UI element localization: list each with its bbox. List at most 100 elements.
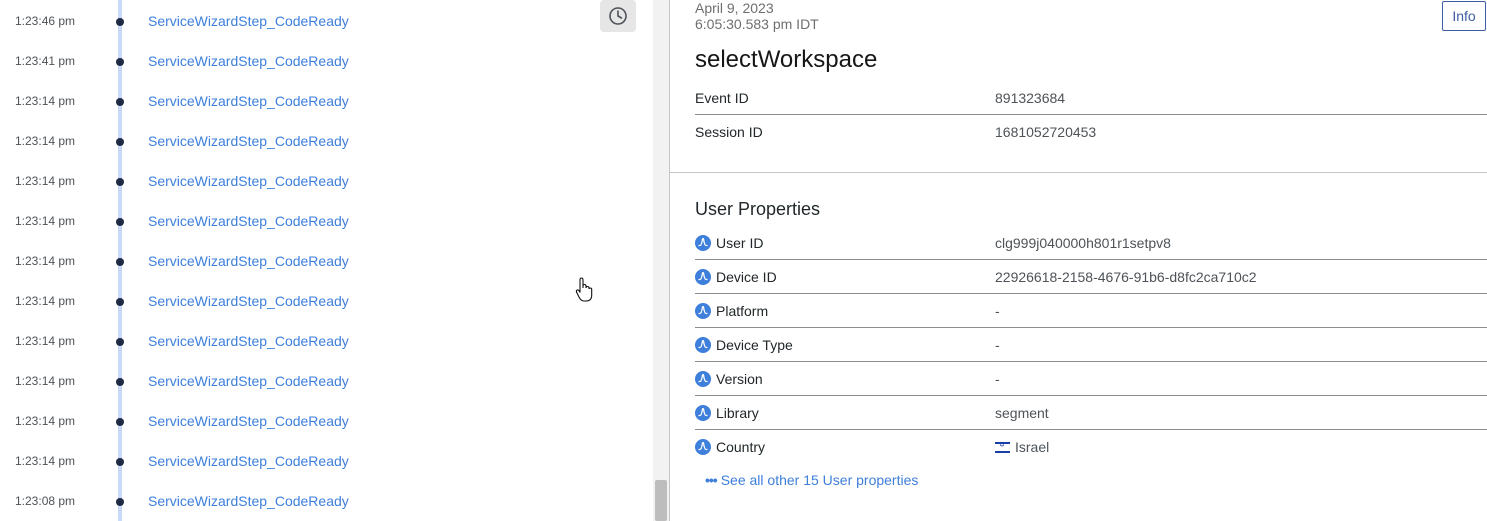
- property-value: 1681052720453: [995, 124, 1097, 140]
- timeline-row[interactable]: 1:23:41 pm ServiceWizardStep_CodeReady: [0, 42, 640, 82]
- amplitude-icon: [695, 405, 711, 421]
- timeline-dot: [116, 258, 124, 266]
- event-time: 1:23:14 pm: [15, 454, 76, 468]
- event-link[interactable]: ServiceWizardStep_CodeReady: [148, 253, 349, 269]
- scrollbar-thumb[interactable]: [655, 480, 667, 521]
- timeline-dot: [116, 18, 124, 26]
- timeline-row[interactable]: 1:23:14 pm ServiceWizardStep_CodeReady: [0, 322, 640, 362]
- event-link[interactable]: ServiceWizardStep_CodeReady: [148, 133, 349, 149]
- event-link[interactable]: ServiceWizardStep_CodeReady: [148, 493, 349, 509]
- timeline-dot: [116, 418, 124, 426]
- event-time: 1:23:41 pm: [15, 54, 76, 68]
- timeline-dot: [116, 178, 124, 186]
- israel-flag-icon: [995, 441, 1010, 453]
- timeline-row[interactable]: 1:23:46 pm ServiceWizardStep_CodeReady: [0, 2, 640, 42]
- timeline-row[interactable]: 1:23:08 pm ServiceWizardStep_CodeReady: [0, 482, 640, 521]
- user-property-row: Country Israel: [695, 430, 1487, 464]
- event-time: 1:23:08 pm: [15, 494, 76, 508]
- see-all-user-properties-link[interactable]: ••• See all other 15 User properties: [705, 472, 918, 488]
- property-value: -: [995, 303, 1000, 319]
- timeline-row[interactable]: 1:23:14 pm ServiceWizardStep_CodeReady: [0, 442, 640, 482]
- timeline-row[interactable]: 1:23:14 pm ServiceWizardStep_CodeReady: [0, 402, 640, 442]
- property-key-label: Library: [716, 405, 759, 421]
- amplitude-icon: [695, 439, 711, 455]
- section-divider: [670, 172, 1487, 173]
- timeline-row[interactable]: 1:23:14 pm ServiceWizardStep_CodeReady: [0, 362, 640, 402]
- amplitude-icon: [695, 371, 711, 387]
- clock-icon: [609, 7, 627, 25]
- property-key-label: User ID: [716, 235, 764, 251]
- amplitude-icon: [695, 269, 711, 285]
- property-value: clg999j040000h801r1setpv8: [995, 235, 1171, 251]
- info-button[interactable]: Info: [1442, 1, 1486, 31]
- event-title: selectWorkspace: [695, 46, 878, 73]
- event-link[interactable]: ServiceWizardStep_CodeReady: [148, 173, 349, 189]
- property-key: Event ID: [695, 90, 749, 106]
- timeline-scrollbar[interactable]: [653, 0, 669, 521]
- property-key-label: Version: [716, 371, 763, 387]
- amplitude-icon: [695, 303, 711, 319]
- timeline-dot: [116, 338, 124, 346]
- event-link[interactable]: ServiceWizardStep_CodeReady: [148, 373, 349, 389]
- event-datetime: April 9, 2023 6:05:30.583 pm IDT: [695, 0, 819, 32]
- event-time: 1:23:14 pm: [15, 414, 76, 428]
- property-key: Country: [695, 439, 765, 455]
- property-key: Platform: [695, 303, 768, 319]
- event-time: 1:23:14 pm: [15, 294, 76, 308]
- property-row: Session ID 1681052720453: [695, 115, 1487, 149]
- timeline-row[interactable]: 1:23:14 pm ServiceWizardStep_CodeReady: [0, 242, 640, 282]
- app-root: 1:23:46 pm ServiceWizardStep_CodeReady 1…: [0, 0, 1487, 521]
- event-link[interactable]: ServiceWizardStep_CodeReady: [148, 53, 349, 69]
- property-key: User ID: [695, 235, 763, 251]
- timeline-row[interactable]: 1:23:14 pm ServiceWizardStep_CodeReady: [0, 282, 640, 322]
- country-value: Israel: [1015, 439, 1050, 455]
- timeline-dot: [116, 98, 124, 106]
- property-key-label: Device ID: [716, 269, 777, 285]
- property-value: -: [995, 371, 1000, 387]
- property-key: Session ID: [695, 124, 763, 140]
- timeline-row[interactable]: 1:23:14 pm ServiceWizardStep_CodeReady: [0, 122, 640, 162]
- property-key: Device ID: [695, 269, 777, 285]
- event-details-panel: April 9, 2023 6:05:30.583 pm IDT Info se…: [670, 0, 1487, 521]
- user-property-row: Library segment: [695, 396, 1487, 430]
- event-time: 1:23:14 pm: [15, 134, 76, 148]
- amplitude-icon: [695, 337, 711, 353]
- timeline-dot: [116, 458, 124, 466]
- event-link[interactable]: ServiceWizardStep_CodeReady: [148, 213, 349, 229]
- user-property-row: Version -: [695, 362, 1487, 396]
- property-key: Library: [695, 405, 759, 421]
- event-link[interactable]: ServiceWizardStep_CodeReady: [148, 413, 349, 429]
- user-properties-table: User ID clg999j040000h801r1setpv8 Device…: [695, 226, 1487, 464]
- event-time-full: 6:05:30.583 pm IDT: [695, 16, 819, 32]
- event-time: 1:23:14 pm: [15, 374, 76, 388]
- user-property-row: User ID clg999j040000h801r1setpv8: [695, 226, 1487, 260]
- user-properties-heading: User Properties: [695, 199, 821, 219]
- event-time: 1:23:14 pm: [15, 174, 76, 188]
- user-property-row: Platform -: [695, 294, 1487, 328]
- timeline-row[interactable]: 1:23:14 pm ServiceWizardStep_CodeReady: [0, 162, 640, 202]
- event-link[interactable]: ServiceWizardStep_CodeReady: [148, 93, 349, 109]
- timeline-dot: [116, 378, 124, 386]
- timeline-row[interactable]: 1:23:14 pm ServiceWizardStep_CodeReady: [0, 82, 640, 122]
- timeline-row[interactable]: 1:23:14 pm ServiceWizardStep_CodeReady: [0, 202, 640, 242]
- event-properties-table: Event ID 891323684 Session ID 1681052720…: [695, 81, 1487, 149]
- timeline-dot: [116, 498, 124, 506]
- time-toggle-button[interactable]: [600, 0, 636, 32]
- event-link[interactable]: ServiceWizardStep_CodeReady: [148, 13, 349, 29]
- hand-cursor-icon: [575, 277, 593, 302]
- event-link[interactable]: ServiceWizardStep_CodeReady: [148, 333, 349, 349]
- amplitude-icon: [695, 235, 711, 251]
- event-link[interactable]: ServiceWizardStep_CodeReady: [148, 293, 349, 309]
- property-row: Event ID 891323684: [695, 81, 1487, 115]
- event-time: 1:23:14 pm: [15, 334, 76, 348]
- property-value: segment: [995, 405, 1049, 421]
- user-property-row: Device ID 22926618-2158-4676-91b6-d8fc2c…: [695, 260, 1487, 294]
- timeline-dot: [116, 218, 124, 226]
- property-value: 891323684: [995, 90, 1066, 106]
- event-time: 1:23:14 pm: [15, 214, 76, 228]
- property-key-label: Country: [716, 439, 766, 455]
- timeline-list: 1:23:46 pm ServiceWizardStep_CodeReady 1…: [0, 2, 640, 521]
- timeline-dot: [116, 58, 124, 66]
- event-link[interactable]: ServiceWizardStep_CodeReady: [148, 453, 349, 469]
- timeline-dot: [116, 298, 124, 306]
